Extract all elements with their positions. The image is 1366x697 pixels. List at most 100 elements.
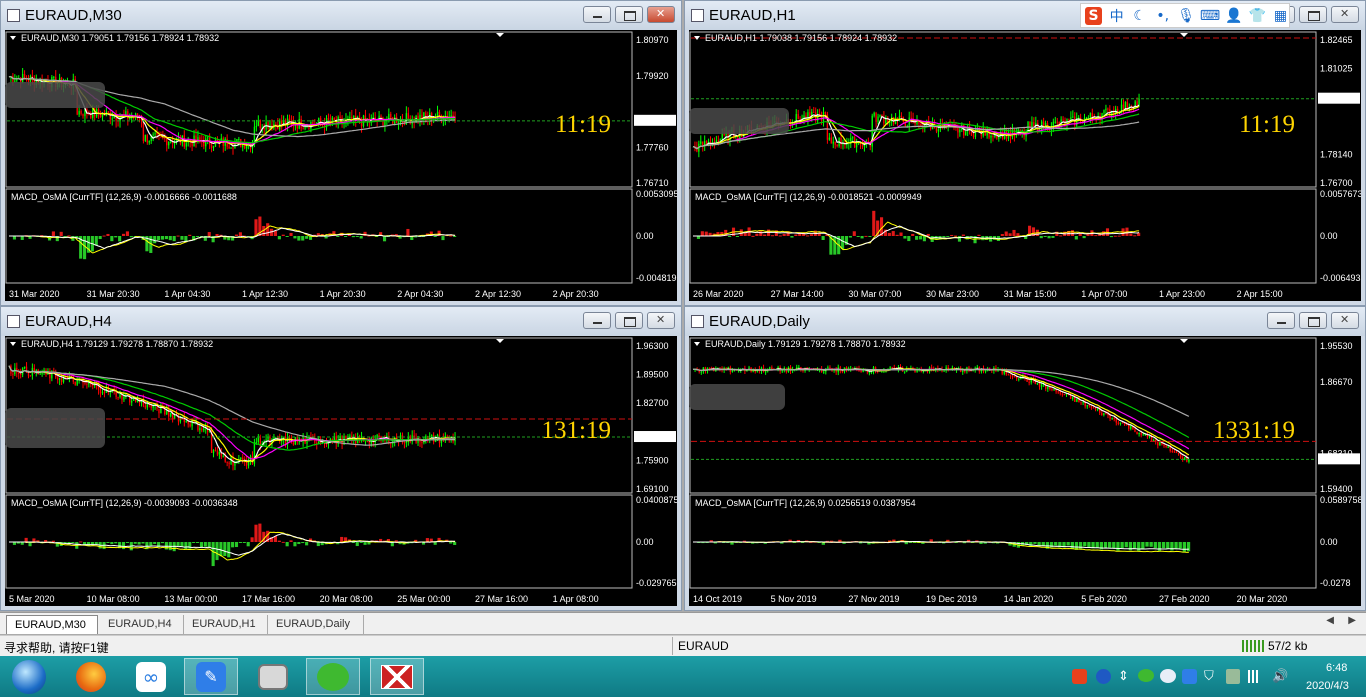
moon-icon[interactable]: ☾ — [1131, 7, 1148, 25]
ime-toolbar[interactable]: S 中 ☾ •, 🎙 ⌨ 👤 👕 ▦ — [1080, 3, 1290, 28]
candle-body — [972, 135, 975, 137]
microphone-icon[interactable]: 🎙 — [1177, 7, 1195, 25]
macd-histogram-bar — [915, 236, 919, 240]
chart-area[interactable]: 1.80970 1.79920 1.78932 1.77760 1.76710 EURAU… — [5, 30, 677, 301]
chart-info-text: EURAUD,M30 1.79051 1.79156 1.78924 1.789… — [21, 33, 219, 43]
tab-euraud-h4[interactable]: EURAUD,H4 — [100, 615, 184, 634]
chart-window-daily[interactable]: EURAUD,Daily 1.955301.866701.789321.6831… — [684, 306, 1366, 611]
start-button[interactable] — [2, 658, 56, 695]
candle-body — [737, 137, 739, 139]
chart-menu-arrow-icon[interactable] — [10, 36, 16, 40]
candle-body — [1080, 402, 1082, 404]
shield-tray-icon[interactable]: ⛉ — [1204, 668, 1214, 684]
macd-histogram-bar — [833, 236, 837, 255]
macd-histogram-bar — [172, 236, 176, 242]
macd-histogram-bar — [293, 236, 297, 239]
keyboard-icon[interactable]: ⌨ — [1200, 7, 1220, 25]
chart-window-icon — [691, 315, 704, 328]
chart-window-h4[interactable]: EURAUD,H4 1.963001.895001.827001.789321.… — [0, 306, 682, 611]
maximize-button[interactable] — [1299, 312, 1327, 329]
tab-euraud-daily[interactable]: EURAUD,Daily — [268, 615, 364, 634]
blue-tray-icon[interactable] — [1182, 669, 1197, 684]
minimize-button[interactable] — [583, 312, 611, 329]
current-price-label: 1.78932 — [1320, 94, 1353, 104]
candle-body — [403, 442, 406, 444]
tab-scroll-right-icon[interactable]: ▶ — [1348, 615, 1356, 626]
cloud-tray-icon[interactable] — [1160, 669, 1176, 683]
ime-mode-chinese[interactable]: 中 — [1108, 7, 1125, 25]
shirt-icon[interactable]: 👕 — [1248, 7, 1265, 25]
close-button[interactable] — [1331, 6, 1359, 23]
maximize-button[interactable] — [1299, 6, 1327, 23]
usb-tray-icon[interactable]: ⇕ — [1118, 668, 1129, 684]
macd-histogram-bar — [728, 236, 732, 238]
user-icon[interactable]: 👤 — [1225, 7, 1242, 25]
traffic-readout: 57/2 kb — [1268, 639, 1308, 653]
sogou-tray-icon[interactable] — [1072, 669, 1087, 684]
macd-histogram-bar — [246, 542, 250, 547]
candle-body — [1033, 122, 1035, 126]
taskbar-app-baidu-netdisk[interactable]: ∞ — [124, 658, 178, 695]
macd-histogram-bar — [20, 236, 24, 240]
taskbar-app-wechat[interactable] — [306, 658, 360, 695]
macd-histogram-bar — [153, 542, 157, 544]
candle-body — [230, 147, 232, 149]
maximize-button[interactable] — [615, 6, 643, 23]
taskbar-app-notes[interactable]: ✎ — [184, 658, 238, 695]
current-price-label: 1.78932 — [636, 116, 669, 126]
security-tray-icon[interactable] — [1226, 669, 1240, 684]
date-tick-label: 2 Apr 12:30 — [475, 289, 521, 299]
chart-menu-arrow-icon[interactable] — [694, 342, 700, 346]
candle-body — [875, 112, 877, 122]
chart-area[interactable]: 1.824651.810251.795801.789321.781401.767… — [689, 30, 1361, 301]
close-button[interactable] — [647, 312, 675, 329]
minimize-button[interactable] — [1267, 312, 1295, 329]
candle-body — [891, 367, 893, 369]
tab-scroll-left-icon[interactable]: ◀ — [1326, 615, 1334, 626]
grid-icon[interactable]: ▦ — [1272, 7, 1289, 25]
clock-time[interactable]: 6:48 — [1326, 662, 1347, 674]
clock-date[interactable]: 2020/4/3 — [1306, 680, 1349, 692]
chart-area[interactable]: 1.96300 1.89500 1.82700 1.78932 1.75900 1.691… — [5, 336, 677, 606]
candle-body — [390, 443, 392, 445]
chart-window-h1[interactable]: EURAUD,H1 1.824651.810251.795801.789321.… — [684, 0, 1366, 306]
candle-body — [20, 373, 22, 375]
candle-body — [1175, 451, 1178, 453]
chart-window-m30[interactable]: EURAUD,M30 1.809701.799201.789321.777601… — [0, 0, 682, 306]
wechat-tray-icon[interactable] — [1138, 669, 1154, 682]
tab-euraud-h1[interactable]: EURAUD,H1 — [184, 615, 268, 634]
candle-body — [333, 117, 335, 121]
taskbar-app-firefox[interactable] — [64, 658, 118, 695]
tab-euraud-m30[interactable]: EURAUD,M30 — [6, 615, 98, 634]
title-bar[interactable]: EURAUD,M30 — [1, 1, 681, 30]
sogou-logo-icon[interactable]: S — [1085, 6, 1103, 25]
macd-histogram-bar — [351, 236, 355, 238]
close-button[interactable] — [647, 6, 675, 23]
title-bar[interactable]: EURAUD,H4 — [1, 307, 681, 336]
volume-icon[interactable]: 🔊 — [1272, 668, 1288, 684]
close-button[interactable] — [1331, 312, 1359, 329]
chart-menu-arrow-icon[interactable] — [10, 342, 16, 346]
punctuation-icon[interactable]: •, — [1154, 7, 1171, 25]
macd-histogram-bar — [94, 236, 98, 246]
candle-body — [964, 370, 966, 372]
candle-body — [144, 135, 147, 141]
help-tray-icon[interactable] — [1096, 669, 1111, 684]
network-signal-icon[interactable] — [1248, 670, 1264, 683]
candle-body — [1070, 117, 1072, 120]
macd-histogram-bar — [1141, 542, 1145, 550]
candle-body — [1061, 393, 1064, 395]
candle-body — [708, 367, 711, 369]
candle-body — [169, 141, 172, 143]
uk-flag-icon — [381, 664, 413, 689]
title-bar[interactable]: EURAUD,Daily — [685, 307, 1365, 336]
candle-body — [836, 144, 838, 147]
chart-area[interactable]: 1.95530 1.86670 1.78932 1.68310 1.59400 EURAU… — [689, 336, 1361, 606]
date-tick-label: 1 Apr 23:00 — [1159, 289, 1205, 299]
taskbar-app-camera[interactable] — [246, 658, 300, 695]
maximize-button[interactable] — [615, 312, 643, 329]
macd-histogram-bar — [1178, 542, 1182, 549]
taskbar-app-metatrader[interactable] — [370, 658, 424, 695]
minimize-button[interactable] — [583, 6, 611, 23]
macd-histogram-bar — [192, 542, 196, 543]
